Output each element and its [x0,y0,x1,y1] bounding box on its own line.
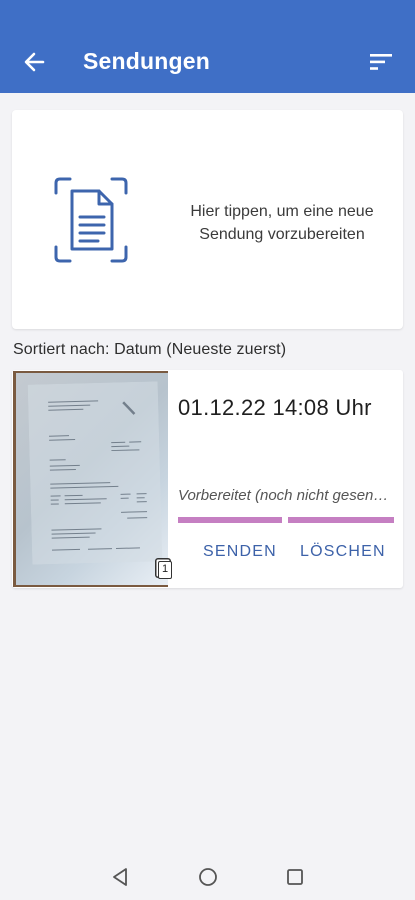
sort-icon [370,54,392,70]
status-bar [0,0,415,30]
delete-button[interactable]: LÖSCHEN [300,543,386,569]
sort-button[interactable] [361,42,401,82]
new-shipment-hint: Hier tippen, um eine neue Sendung vorzub… [162,200,402,246]
shipment-date: 01.12.22 14:08 Uhr [178,395,372,420]
square-recent-icon[interactable] [283,865,307,889]
send-button[interactable]: SENDEN [203,543,277,569]
system-nav-bar [0,853,415,900]
scanned-document-image [27,381,163,565]
back-button[interactable] [14,42,54,82]
document-scan-icon [54,177,128,263]
app-bar: Sendungen [0,30,415,93]
circle-home-icon[interactable] [196,865,220,889]
shipment-status: Vorbereitet (noch nicht gesendet) [178,487,396,504]
page-count-badge: 1 [158,561,172,579]
triangle-back-icon[interactable] [108,865,132,889]
progress-segment-1 [178,517,282,523]
hint-line-2: Sendung vorzubereiten [199,226,365,243]
hint-line-1: Hier tippen, um eine neue [190,203,374,220]
new-shipment-card[interactable]: Hier tippen, um eine neue Sendung vorzub… [12,110,403,329]
sort-label: Sortiert nach: Datum (Neueste zuerst) [13,341,287,358]
document-thumbnail[interactable]: 1 [13,371,172,587]
progress-segment-2 [288,517,394,523]
page-title: Sendungen [83,48,211,74]
arrow-left-icon [24,52,45,72]
